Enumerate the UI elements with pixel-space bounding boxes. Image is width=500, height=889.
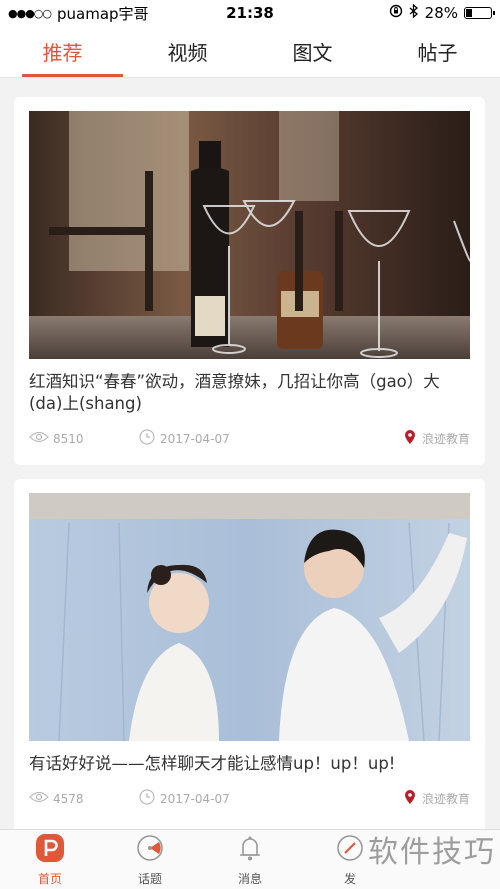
tab-posts[interactable]: 帖子: [375, 26, 500, 77]
nav-messages[interactable]: 消息: [200, 830, 300, 889]
signal-icon: ●●●○○: [8, 6, 52, 20]
article-title[interactable]: 有话好好说——怎样聊天才能让感情up！up！up!: [29, 753, 470, 775]
nav-label: 话题: [137, 871, 162, 886]
source-name[interactable]: 浪迹教育: [422, 790, 470, 807]
eye-icon: [29, 431, 49, 446]
publish-date: 2017-04-07: [160, 431, 230, 446]
view-count: 4578: [53, 791, 84, 806]
bluetooth-icon: [409, 3, 419, 23]
battery-icon: [464, 7, 495, 19]
article-thumbnail[interactable]: [29, 111, 470, 359]
category-tabs: 推荐 视频 图文 帖子: [0, 26, 500, 78]
status-bar: ●●●○○ puamap宇哥 21:38 28%: [0, 0, 500, 26]
article-card[interactable]: 红酒知识“春春”欲动，酒意撩妹，几招让你高（gao）大(da)上(shang) …: [14, 97, 485, 465]
home-icon: [35, 833, 65, 866]
tab-image-text[interactable]: 图文: [250, 26, 375, 77]
location-pin-icon: [404, 789, 416, 808]
nav-label: 发: [343, 871, 356, 886]
eye-icon: [29, 791, 49, 806]
post-icon: [335, 833, 365, 866]
article-feed[interactable]: 红酒知识“春春”欲动，酒意撩妹，几招让你高（gao）大(da)上(shang) …: [0, 78, 500, 829]
nav-label: 首页: [37, 871, 62, 886]
tab-recommend[interactable]: 推荐: [0, 26, 125, 77]
location-pin-icon: [404, 429, 416, 448]
article-meta: 4578 2017-04-07 浪迹教育: [29, 789, 470, 808]
nav-home[interactable]: 首页: [0, 830, 100, 889]
view-count: 8510: [53, 431, 84, 446]
source-name[interactable]: 浪迹教育: [422, 430, 470, 447]
battery-percent: 28%: [424, 4, 458, 22]
tab-video[interactable]: 视频: [125, 26, 250, 77]
article-card[interactable]: 有话好好说——怎样聊天才能让感情up！up！up! 4578 2017-04-0…: [14, 479, 485, 829]
clock-icon: [139, 429, 155, 448]
clock-icon: [139, 789, 155, 808]
topic-icon: [135, 833, 165, 866]
article-thumbnail[interactable]: [29, 493, 470, 741]
watermark: 软件技巧: [368, 835, 496, 870]
nav-topics[interactable]: 话题: [100, 830, 200, 889]
bell-icon: [235, 833, 265, 866]
article-title[interactable]: 红酒知识“春春”欲动，酒意撩妹，几招让你高（gao）大(da)上(shang): [29, 371, 470, 415]
publish-date: 2017-04-07: [160, 791, 230, 806]
article-meta: 8510 2017-04-07 浪迹教育: [29, 429, 470, 448]
carrier-name: puamap宇哥: [57, 4, 149, 23]
nav-label: 消息: [237, 871, 262, 886]
rotation-lock-icon: [389, 4, 403, 22]
